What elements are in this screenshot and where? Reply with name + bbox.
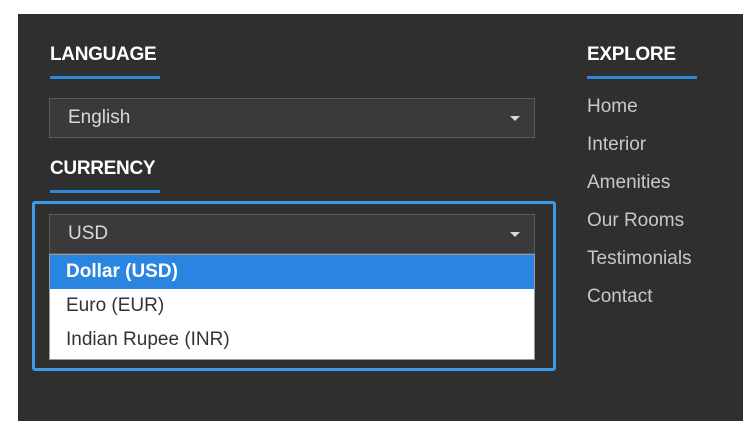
explore-heading-underline xyxy=(587,76,697,79)
language-heading-underline xyxy=(50,76,160,79)
language-heading: LANGUAGE xyxy=(50,44,157,65)
language-select[interactable]: English xyxy=(49,98,535,138)
currency-option-usd[interactable]: Dollar (USD) xyxy=(50,255,534,289)
currency-select[interactable]: USD xyxy=(49,214,535,254)
language-select-value: English xyxy=(68,107,131,128)
nav-link-contact[interactable]: Contact xyxy=(587,286,652,308)
nav-link-our-rooms[interactable]: Our Rooms xyxy=(587,210,684,232)
nav-link-home[interactable]: Home xyxy=(587,96,638,118)
chevron-down-icon xyxy=(510,116,520,121)
nav-link-testimonials[interactable]: Testimonials xyxy=(587,248,692,270)
currency-select-value: USD xyxy=(68,223,109,244)
nav-link-amenities[interactable]: Amenities xyxy=(587,172,670,194)
chevron-down-icon xyxy=(510,232,520,237)
explore-heading: EXPLORE xyxy=(587,44,676,65)
nav-link-interior[interactable]: Interior xyxy=(587,134,646,156)
currency-option-eur[interactable]: Euro (EUR) xyxy=(50,289,534,323)
currency-dropdown-list: Dollar (USD) Euro (EUR) Indian Rupee (IN… xyxy=(49,254,535,360)
currency-option-inr[interactable]: Indian Rupee (INR) xyxy=(50,323,534,357)
currency-heading: CURRENCY xyxy=(50,158,156,179)
currency-heading-underline xyxy=(50,190,160,193)
